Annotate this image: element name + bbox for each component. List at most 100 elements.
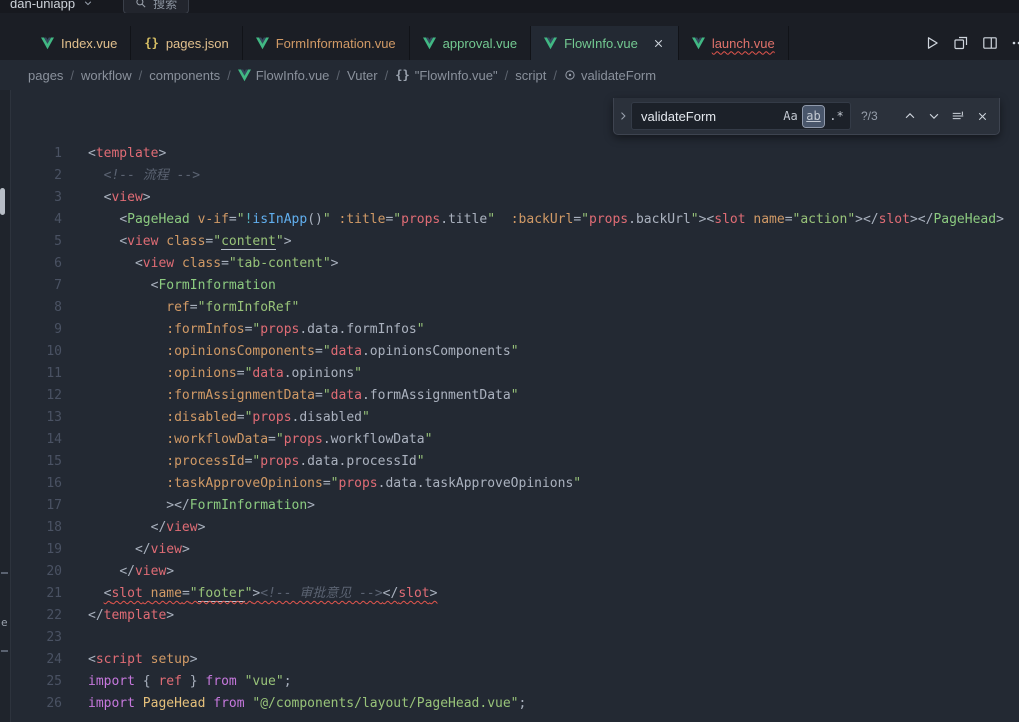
next-match-button[interactable] [923, 105, 945, 127]
breadcrumb-item[interactable]: components [149, 68, 220, 83]
code-line[interactable]: 3 <view> [10, 187, 1019, 209]
layout-icon [953, 35, 969, 51]
breadcrumb-label: validateForm [581, 68, 656, 83]
code-line-content: <view class="tab-content"> [62, 253, 338, 275]
line-number: 20 [10, 561, 62, 583]
line-number: 11 [10, 363, 62, 385]
line-number: 4 [10, 209, 62, 231]
run-debug-button[interactable] [950, 33, 971, 54]
tab-label: FlowInfo.vue [564, 36, 638, 51]
code-line[interactable]: 4 <PageHead v-if="!isInApp()" :title="pr… [10, 209, 1019, 231]
code-line[interactable]: 22</template> [10, 605, 1019, 627]
toggle-replace-button[interactable] [614, 98, 631, 134]
breadcrumb-label: script [515, 68, 546, 83]
code-line[interactable]: 18 </view> [10, 517, 1019, 539]
breadcrumb-item[interactable]: FlowInfo.vue [238, 68, 330, 83]
code-line[interactable]: 6 <view class="tab-content"> [10, 253, 1019, 275]
code-line[interactable]: 13 :disabled="props.disabled" [10, 407, 1019, 429]
code-line-content: </template> [62, 605, 174, 627]
breadcrumb-item[interactable]: validateForm [564, 68, 656, 83]
tab-pages-json[interactable]: {} pages.json [131, 26, 242, 60]
breadcrumb-item[interactable]: {}"FlowInfo.vue" [395, 68, 497, 83]
whole-word-button[interactable]: ab [803, 106, 824, 127]
breadcrumb-item[interactable]: script [515, 68, 546, 83]
tab-index-vue[interactable]: Index.vue [28, 26, 131, 60]
line-number: 24 [10, 649, 62, 671]
close-find-button[interactable] [971, 105, 993, 127]
code-line-content: <slot name="footer"><!-- 审批意见 --></slot> [62, 583, 437, 605]
code-line[interactable]: 21 <slot name="footer"><!-- 审批意见 --></sl… [10, 583, 1019, 605]
code-line-content: <!-- 流程 --> [62, 165, 200, 187]
code-line-content: import { ref } from "vue"; [62, 671, 292, 693]
code-line[interactable]: 24<script setup> [10, 649, 1019, 671]
vue-icon [692, 37, 705, 50]
find-input[interactable]: validateForm Aaab.* [631, 102, 851, 130]
tab-label: pages.json [166, 36, 229, 51]
tab-label: approval.vue [443, 36, 517, 51]
code-line[interactable]: 12 :formAssignmentData="data.formAssignm… [10, 385, 1019, 407]
command-center-search[interactable]: 搜索 [123, 0, 189, 13]
code-line[interactable]: 2 <!-- 流程 --> [10, 165, 1019, 187]
line-number: 21 [10, 583, 62, 605]
tab-forminformation-vue[interactable]: FormInformation.vue [243, 26, 410, 60]
collapsed-sidebar-edge: e [0, 90, 11, 722]
code-line-content: :opinionsComponents="data.opinionsCompon… [62, 341, 519, 363]
code-line[interactable]: 7 <FormInformation [10, 275, 1019, 297]
line-number: 17 [10, 495, 62, 517]
find-match-count: ?/3 [861, 109, 886, 123]
code-line[interactable]: 14 :workflowData="props.workflowData" [10, 429, 1019, 451]
chevron-down-icon [83, 0, 93, 8]
breadcrumb-item[interactable]: pages [28, 68, 63, 83]
previous-match-button[interactable] [899, 105, 921, 127]
code-line-content: </view> [62, 539, 190, 561]
code-line[interactable]: 20 </view> [10, 561, 1019, 583]
split-editor-button[interactable] [979, 33, 1000, 54]
tab-approval-vue[interactable]: approval.vue [410, 26, 531, 60]
clipped-mark [1, 572, 8, 574]
code-line-content: :opinions="data.opinions" [62, 363, 362, 385]
match-case-button[interactable]: Aa [780, 106, 801, 127]
code-line[interactable]: 9 :formInfos="props.data.formInfos" [10, 319, 1019, 341]
tab-flowinfo-vue[interactable]: FlowInfo.vue [531, 26, 679, 60]
line-number: 9 [10, 319, 62, 341]
code-line[interactable]: 1<template> [10, 143, 1019, 165]
breadcrumb-label: Vuter [347, 68, 378, 83]
breadcrumb-item[interactable]: workflow [81, 68, 132, 83]
run-button[interactable] [921, 33, 942, 54]
more-actions-button[interactable] [1008, 33, 1019, 54]
breadcrumb-separator: / [227, 68, 231, 83]
find-in-selection-button[interactable] [947, 105, 969, 127]
code-line[interactable]: 17 ></FormInformation> [10, 495, 1019, 517]
code-line[interactable]: 16 :taskApproveOpinions="props.data.task… [10, 473, 1019, 495]
regex-button[interactable]: .* [826, 106, 847, 127]
code-line[interactable]: 5 <view class="content"> [10, 231, 1019, 253]
line-number: 3 [10, 187, 62, 209]
code-line[interactable]: 19 </view> [10, 539, 1019, 561]
project-name[interactable]: dan-uniapp [10, 0, 75, 11]
code-line-content: :workflowData="props.workflowData" [62, 429, 432, 451]
code-line[interactable]: 11 :opinions="data.opinions" [10, 363, 1019, 385]
tab-label: launch.vue [712, 36, 775, 51]
code-line[interactable]: 26import PageHead from "@/components/lay… [10, 693, 1019, 715]
code-line[interactable]: 8 ref="formInfoRef" [10, 297, 1019, 319]
line-number: 14 [10, 429, 62, 451]
tab-launch-vue[interactable]: launch.vue [679, 26, 789, 60]
line-number: 5 [10, 231, 62, 253]
breadcrumb-item[interactable]: Vuter [347, 68, 378, 83]
code-line-content: <FormInformation [62, 275, 276, 297]
breadcrumb-label: "FlowInfo.vue" [415, 68, 498, 83]
code-area[interactable]: 1<template>2 <!-- 流程 -->3 <view>4 <PageH… [10, 90, 1019, 722]
code-line[interactable]: 25import { ref } from "vue"; [10, 671, 1019, 693]
line-number: 13 [10, 407, 62, 429]
close-tab-icon[interactable] [652, 37, 665, 50]
json-icon: {} [144, 37, 158, 49]
code-line[interactable]: 15 :processId="props.data.processId" [10, 451, 1019, 473]
line-number: 1 [10, 143, 62, 165]
split-icon [982, 35, 998, 51]
code-line[interactable]: 23 [10, 627, 1019, 649]
breadcrumb-separator: / [336, 68, 340, 83]
code-line-content: </view> [62, 561, 174, 583]
line-number: 19 [10, 539, 62, 561]
code-line[interactable]: 10 :opinionsComponents="data.opinionsCom… [10, 341, 1019, 363]
more-icon [1011, 35, 1019, 51]
